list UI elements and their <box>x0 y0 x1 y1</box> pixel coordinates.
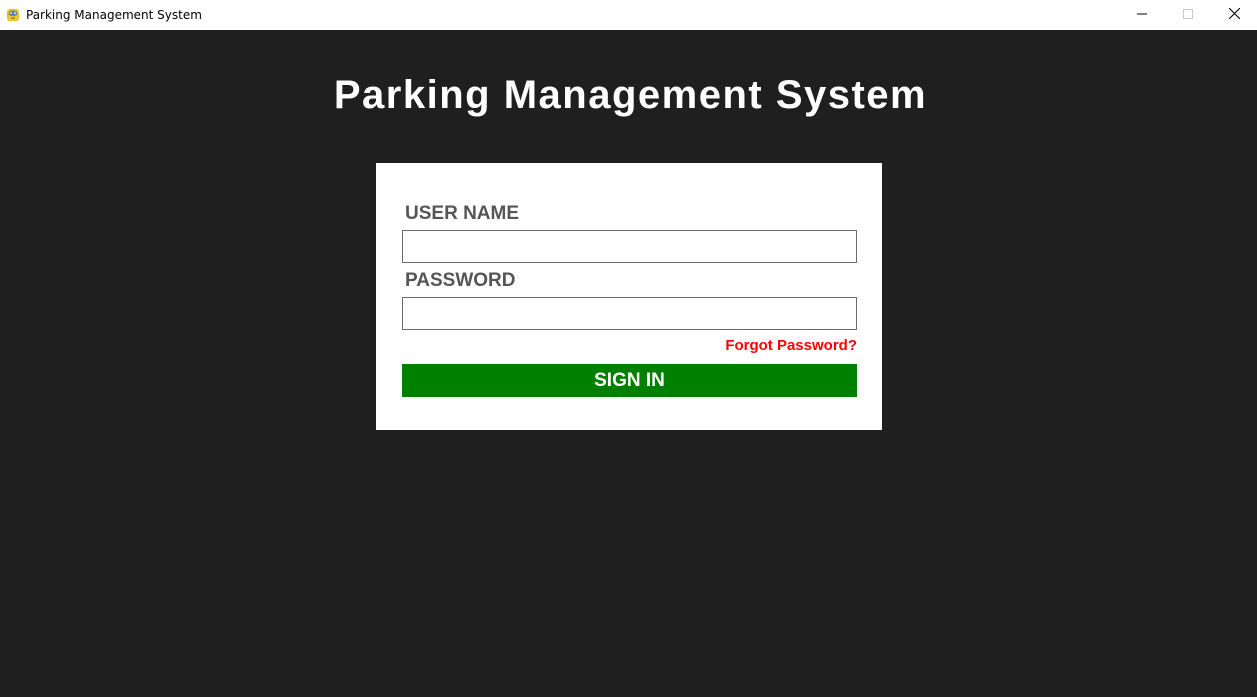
username-label: USER NAME <box>405 203 520 224</box>
maximize-icon <box>1183 6 1193 24</box>
close-button[interactable] <box>1211 0 1257 30</box>
maximize-button[interactable] <box>1165 0 1211 30</box>
minimize-icon <box>1137 6 1147 24</box>
window-controls <box>1119 0 1257 30</box>
python-snake-icon <box>6 8 20 22</box>
close-icon <box>1228 6 1240 24</box>
minimize-button[interactable] <box>1119 0 1165 30</box>
login-card: USER NAME PASSWORD Forgot Password? SIGN… <box>376 163 882 430</box>
window-title: Parking Management System <box>26 8 202 22</box>
password-label: PASSWORD <box>405 270 516 291</box>
username-input[interactable] <box>402 230 857 263</box>
window-titlebar[interactable]: Parking Management System <box>0 0 1257 30</box>
app-window-body: Parking Management System USER NAME PASS… <box>0 30 1257 697</box>
password-input[interactable] <box>402 297 857 330</box>
sign-in-button[interactable]: SIGN IN <box>402 364 857 397</box>
page-title: Parking Management System <box>333 73 928 117</box>
forgot-password-link[interactable]: Forgot Password? <box>725 337 857 354</box>
